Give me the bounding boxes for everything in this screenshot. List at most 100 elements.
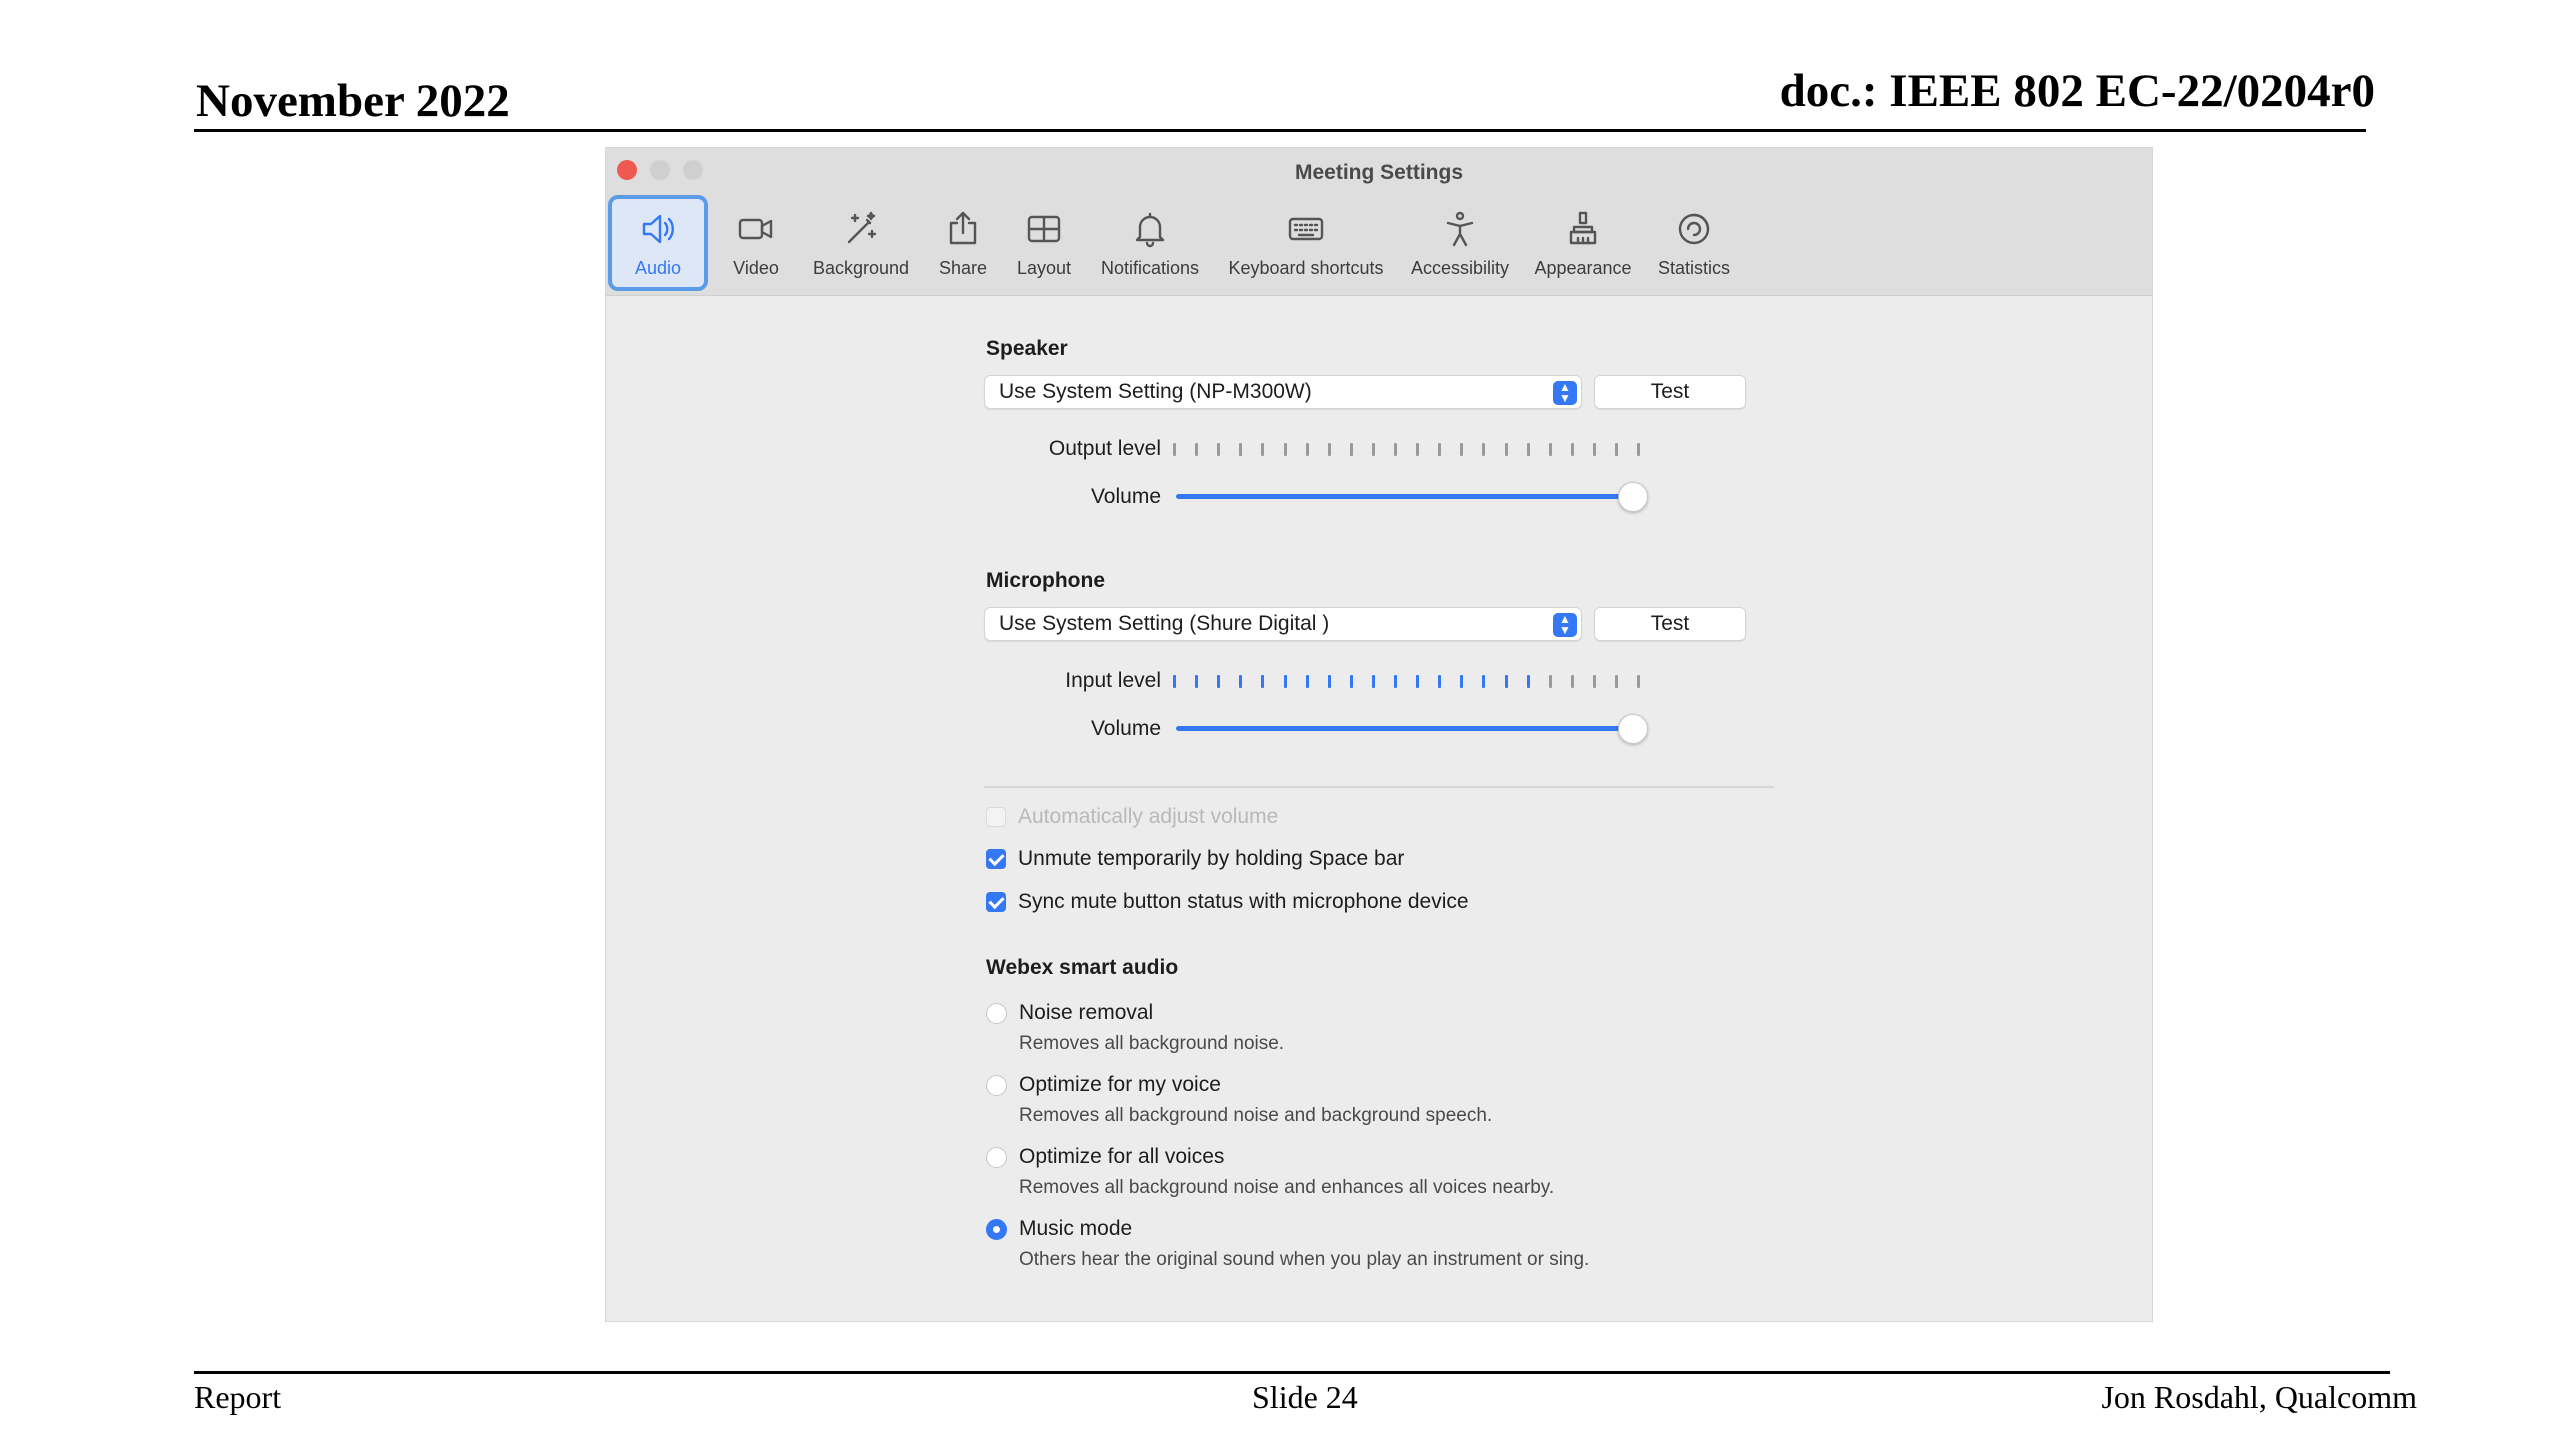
level-tick	[1438, 443, 1442, 456]
radio-description: Removes all background noise and enhance…	[1019, 1177, 1555, 1198]
tab-label: Background	[812, 258, 910, 278]
slider-thumb[interactable]	[1618, 714, 1648, 744]
level-tick	[1504, 675, 1508, 688]
tab-label: Statistics	[1657, 258, 1731, 278]
slide-date: November 2022	[196, 75, 510, 127]
window-titlebar: Meeting Settings Audio Video Background …	[606, 148, 2152, 296]
checkbox-label: Sync mute button status with microphone …	[1018, 890, 1469, 913]
tab-label: Keyboard shortcuts	[1228, 258, 1384, 278]
level-tick	[1261, 675, 1265, 688]
tab-video[interactable]: Video	[716, 195, 796, 291]
level-tick	[1615, 675, 1618, 688]
microphone-device-select[interactable]: Use System Setting (Shure Digital ) ▲ ▼	[984, 607, 1582, 641]
optimize-my-voice-radio[interactable]: Optimize for my voice	[986, 1072, 1221, 1098]
level-tick	[1416, 443, 1420, 456]
microphone-volume-slider[interactable]	[1176, 714, 1648, 744]
level-tick	[1239, 443, 1243, 456]
tab-label: Audio	[634, 258, 682, 278]
checkbox-box[interactable]	[986, 849, 1006, 869]
level-tick	[1526, 675, 1530, 688]
level-tick	[1217, 443, 1221, 456]
speaker-device-value: Use System Setting (NP-M300W)	[999, 380, 1312, 403]
level-tick	[1570, 675, 1574, 688]
music-mode-radio[interactable]: Music mode	[986, 1216, 1132, 1242]
level-tick	[1460, 443, 1464, 456]
optimize-all-voices-radio[interactable]: Optimize for all voices	[986, 1144, 1224, 1170]
level-tick	[1460, 675, 1464, 688]
tab-notifications[interactable]: Notifications	[1090, 195, 1210, 291]
tab-label: Notifications	[1100, 258, 1200, 278]
checkbox-label: Unmute temporarily by holding Space bar	[1018, 847, 1405, 870]
radio-button[interactable]	[986, 1146, 1007, 1168]
radio-label: Music mode	[1019, 1217, 1133, 1240]
output-level-label: Output level	[1048, 437, 1161, 460]
tab-audio[interactable]: Audio	[608, 195, 708, 291]
level-tick	[1548, 675, 1552, 688]
level-tick	[1239, 675, 1243, 688]
tab-appearance[interactable]: Appearance	[1526, 195, 1640, 291]
footer-author: Jon Rosdahl, Qualcomm	[2101, 1379, 2417, 1415]
section-divider	[984, 786, 1774, 788]
level-tick	[1283, 675, 1287, 688]
level-tick	[1482, 675, 1486, 688]
radio-label: Noise removal	[1019, 1001, 1154, 1024]
slide-number: Slide 24	[1252, 1379, 1358, 1415]
checkbox-box[interactable]	[986, 892, 1006, 912]
tab-label: Layout	[1016, 258, 1072, 278]
unmute-space-bar-checkbox[interactable]: Unmute temporarily by holding Space bar	[986, 846, 1404, 872]
speaker-device-select[interactable]: Use System Setting (NP-M300W) ▲ ▼	[984, 375, 1582, 409]
input-level-label: Input level	[1065, 669, 1161, 692]
tab-accessibility[interactable]: Accessibility	[1402, 195, 1518, 291]
radio-button[interactable]	[986, 1002, 1007, 1024]
level-tick	[1349, 675, 1353, 688]
microphone-heading: Microphone	[986, 569, 1105, 592]
level-tick	[1394, 675, 1397, 688]
tab-label: Share	[938, 258, 988, 278]
accessibility-icon	[1446, 211, 1474, 247]
layout-icon	[1027, 215, 1061, 243]
level-tick	[1195, 443, 1199, 456]
level-tick	[1195, 675, 1199, 688]
slider-fill	[1176, 494, 1633, 499]
input-level-meter	[1173, 675, 1653, 689]
output-level-meter	[1173, 443, 1653, 457]
tab-label: Appearance	[1534, 258, 1632, 278]
level-tick	[1217, 675, 1221, 688]
level-tick	[1416, 675, 1420, 688]
level-tick	[1482, 443, 1486, 456]
speaker-icon	[642, 214, 674, 244]
bell-icon	[1135, 212, 1165, 248]
auto-adjust-volume-checkbox[interactable]: Automatically adjust volume	[986, 804, 1278, 830]
level-tick	[1637, 443, 1641, 456]
tab-layout[interactable]: Layout	[1006, 195, 1082, 291]
tab-statistics[interactable]: Statistics	[1646, 195, 1742, 291]
footer-report: Report	[194, 1379, 282, 1415]
sync-mute-checkbox[interactable]: Sync mute button status with microphone …	[986, 889, 1469, 915]
level-tick	[1548, 443, 1552, 456]
level-tick	[1438, 675, 1442, 688]
document-id: doc.: IEEE 802 EC-22/0204r0	[1779, 65, 2375, 117]
header-divider	[194, 129, 2366, 132]
radio-button[interactable]	[986, 1074, 1007, 1096]
tab-share[interactable]: Share	[928, 195, 998, 291]
level-tick	[1327, 443, 1331, 456]
level-tick	[1349, 443, 1353, 456]
tab-keyboard-shortcuts[interactable]: Keyboard shortcuts	[1218, 195, 1394, 291]
tab-background[interactable]: Background	[802, 195, 920, 291]
noise-removal-radio[interactable]: Noise removal	[986, 1000, 1153, 1026]
slider-thumb[interactable]	[1618, 482, 1648, 512]
level-tick	[1570, 443, 1574, 456]
level-tick	[1504, 443, 1508, 456]
checkbox-label: Automatically adjust volume	[1018, 805, 1279, 828]
microphone-test-button[interactable]: Test	[1594, 607, 1746, 641]
speaker-test-button[interactable]: Test	[1594, 375, 1746, 409]
window-title: Meeting Settings	[1294, 161, 1463, 184]
statistics-icon	[1678, 213, 1710, 245]
speaker-volume-label: Volume	[1090, 485, 1161, 508]
radio-button[interactable]	[986, 1218, 1007, 1240]
microphone-device-value: Use System Setting (Shure Digital )	[999, 612, 1330, 635]
speaker-volume-slider[interactable]	[1176, 482, 1648, 512]
microphone-volume-label: Volume	[1090, 717, 1161, 740]
speaker-heading: Speaker	[986, 337, 1068, 360]
checkbox-box[interactable]	[986, 807, 1006, 827]
